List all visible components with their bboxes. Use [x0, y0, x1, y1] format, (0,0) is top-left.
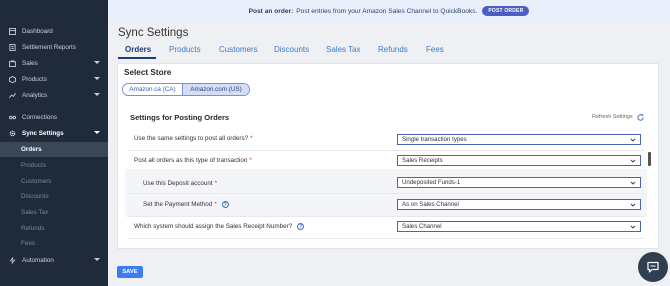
sidebar-item-label: Products: [22, 76, 47, 83]
tab-refunds[interactable]: Refunds: [378, 45, 408, 54]
gear-icon: [8, 130, 16, 138]
chevron-down-icon: [94, 77, 100, 80]
help-icon[interactable]: ?: [297, 223, 305, 230]
row-divider: [128, 193, 644, 194]
sidebar-subitem-products[interactable]: Products: [0, 158, 108, 173]
tab-sales-tax[interactable]: Sales Tax: [326, 45, 361, 54]
chevron-down-icon: [94, 93, 100, 96]
sidebar-subitem-discounts[interactable]: Discounts: [0, 189, 108, 204]
chevron-down-icon: [94, 258, 100, 261]
chevron-down-icon: [630, 180, 636, 186]
store-toggle: Amazon.ca (CA) Amazon.com (US): [122, 83, 250, 96]
chevron-down-icon: [630, 224, 636, 230]
receipt-number-label: Which system should assign the Sales Rec…: [134, 223, 305, 230]
report-icon: [8, 44, 16, 52]
connections-icon: [8, 114, 16, 122]
refresh-icon[interactable]: [636, 113, 645, 122]
sidebar-item-dashboard[interactable]: Dashboard: [0, 24, 108, 39]
sidebar-item-analytics[interactable]: Analytics: [0, 88, 108, 103]
sidebar-item-label: Analytics: [22, 92, 48, 99]
chevron-down-icon: [94, 131, 100, 134]
scrollbar[interactable]: [648, 152, 651, 166]
automation-icon: [8, 257, 16, 265]
row-divider: [128, 238, 644, 239]
sidebar-item-sync-settings[interactable]: Sync Settings: [0, 126, 108, 141]
sidebar-subitem-orders[interactable]: Orders: [0, 142, 108, 157]
store-button-ca[interactable]: Amazon.ca (CA): [123, 84, 183, 95]
chevron-down-icon: [630, 137, 636, 143]
help-icon[interactable]: ?: [221, 201, 229, 208]
payment-method-label: Set the Payment Method * ?: [143, 201, 229, 208]
deposit-account-label: Use this Deposit account *: [143, 180, 218, 187]
sidebar-item-label: Connections: [22, 114, 58, 121]
tab-orders[interactable]: Orders: [125, 45, 151, 54]
deposit-account-select[interactable]: Undeposited Funds-1: [397, 177, 641, 188]
sidebar-item-label: Dashboard: [22, 28, 53, 35]
select-store-heading: Select Store: [124, 68, 172, 77]
chat-button[interactable]: [638, 252, 668, 282]
transaction-type-select[interactable]: Sales Receipts: [397, 155, 641, 166]
same-settings-select[interactable]: Single transaction types: [397, 134, 641, 145]
sidebar-item-products[interactable]: Products: [0, 72, 108, 87]
store-button-us[interactable]: Amazon.com (US): [183, 84, 249, 95]
sidebar-item-sales[interactable]: Sales: [0, 56, 108, 71]
chevron-down-icon: [94, 61, 100, 64]
refresh-settings-link[interactable]: Refresh Settings: [592, 114, 633, 120]
sidebar-item-label: Sync Settings: [22, 130, 64, 137]
banner-title: Post an order:: [248, 7, 294, 15]
sidebar-subitem-fees[interactable]: Fees: [0, 236, 108, 251]
payment-method-select[interactable]: As on Sales Channel: [397, 199, 641, 210]
sidebar-subitem-refunds[interactable]: Refunds: [0, 221, 108, 236]
tab-fees[interactable]: Fees: [426, 45, 444, 54]
same-settings-label: Use the same settings to post all orders…: [134, 135, 253, 142]
page-title: Sync Settings: [118, 27, 189, 39]
sidebar-item-label: Automation: [22, 257, 54, 264]
sidebar-subitem-sales-tax[interactable]: Sales Tax: [0, 205, 108, 220]
transaction-type-label: Post all orders as this type of transact…: [134, 157, 252, 164]
chevron-down-icon: [630, 202, 636, 208]
settings-section-title: Settings for Posting Orders: [130, 113, 230, 122]
tab-discounts[interactable]: Discounts: [274, 45, 309, 54]
banner-text: Post entries from your Amazon Sales Chan…: [296, 7, 478, 15]
sidebar-item-connections[interactable]: Connections: [0, 110, 108, 125]
chat-icon: [647, 261, 659, 273]
products-icon: [8, 76, 16, 84]
sidebar-item-settlement-reports[interactable]: Settlement Reports: [0, 40, 108, 55]
announcement-banner: Post an order: Post entries from your Am…: [108, 0, 670, 22]
row-divider: [128, 216, 644, 217]
row-divider: [128, 150, 644, 151]
sales-icon: [8, 60, 16, 68]
post-order-button[interactable]: POST ORDER: [482, 6, 530, 16]
save-button[interactable]: SAVE: [117, 266, 143, 278]
dashboard-icon: [8, 28, 16, 36]
tab-products[interactable]: Products: [169, 45, 201, 54]
sidebar-item-automation[interactable]: Automation: [0, 253, 108, 268]
sidebar-item-label: Settlement Reports: [22, 44, 76, 51]
active-tab-indicator: [118, 57, 156, 59]
tab-customers[interactable]: Customers: [219, 45, 258, 54]
receipt-number-select[interactable]: Sales Channel: [397, 221, 641, 232]
sidebar-item-label: Sales: [22, 60, 38, 67]
sidebar: Dashboard Settlement Reports Sales Produ…: [0, 0, 108, 286]
analytics-icon: [8, 92, 16, 100]
sidebar-subitem-customers[interactable]: Customers: [0, 174, 108, 189]
chevron-down-icon: [630, 158, 636, 164]
